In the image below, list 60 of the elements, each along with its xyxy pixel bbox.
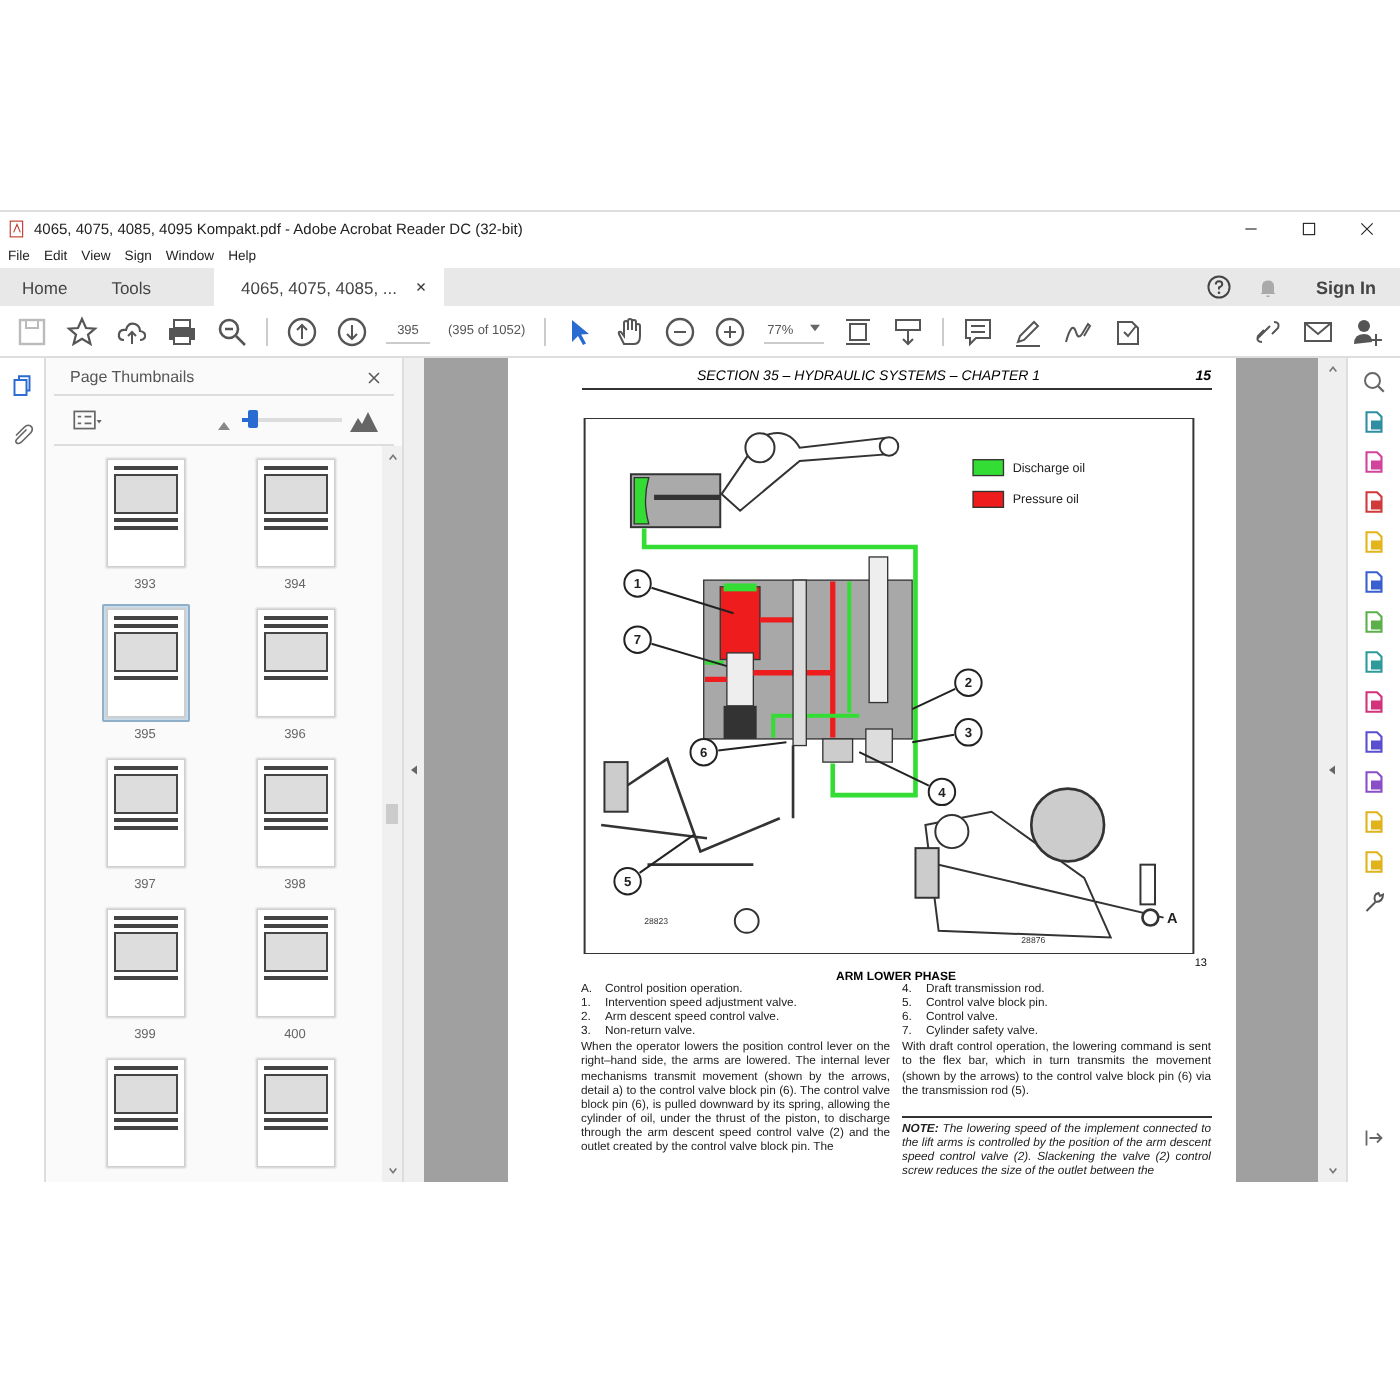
scroll-icon[interactable] [891, 315, 924, 347]
collapse-arrow-icon[interactable] [408, 760, 420, 780]
collapse-arrow-icon[interactable] [1326, 760, 1338, 780]
expand-panel-icon[interactable] [1362, 1126, 1386, 1150]
tool-icon[interactable] [1362, 650, 1386, 674]
add-user-icon[interactable] [1352, 315, 1384, 347]
hand-icon[interactable] [613, 315, 646, 347]
leader-line [857, 751, 929, 787]
help-icon[interactable] [1206, 274, 1232, 300]
tab[interactable]: Home [0, 268, 90, 306]
slider-thumb[interactable] [247, 410, 257, 428]
leader-line [649, 586, 734, 615]
lift-cylinder-drawing [628, 473, 721, 529]
maximize-icon[interactable] [1300, 219, 1318, 237]
tab[interactable]: Tools [89, 268, 174, 306]
leader-line [716, 741, 787, 752]
up-caret-icon[interactable] [387, 452, 397, 462]
tool-icon[interactable] [1362, 690, 1386, 714]
close-tab-icon[interactable] [413, 280, 428, 294]
search-icon[interactable] [216, 315, 248, 347]
zoom-icon[interactable] [1362, 370, 1386, 394]
scrollbar-thumb[interactable] [386, 804, 398, 824]
scrollbar[interactable] [1318, 358, 1346, 1182]
print-icon[interactable] [166, 315, 198, 347]
pdf-file-icon [8, 219, 26, 237]
tab[interactable]: 4065, 4075, 4085, ... [213, 268, 444, 306]
leader-line [910, 687, 956, 711]
share-link-icon[interactable] [1252, 315, 1284, 347]
leader-line [637, 833, 694, 874]
wrench-icon[interactable] [1362, 890, 1386, 914]
close-icon[interactable] [1358, 219, 1376, 237]
page-fit-icon[interactable] [841, 315, 874, 347]
comment-icon[interactable] [961, 315, 994, 347]
caret-icon [809, 323, 820, 331]
tool-icon[interactable] [1362, 570, 1386, 594]
scrollbar[interactable] [382, 446, 402, 1182]
up-caret-icon[interactable] [1327, 364, 1337, 374]
tool-icon[interactable] [1362, 770, 1386, 794]
page-thumbnail[interactable] [101, 604, 189, 722]
tool-icon[interactable] [1362, 410, 1386, 434]
sign-in-link[interactable]: Sign In [1316, 277, 1376, 297]
list-options-icon[interactable] [70, 408, 106, 432]
leader-line [910, 733, 955, 744]
close-icon[interactable] [366, 369, 382, 385]
zoom-out-icon[interactable] [663, 315, 696, 347]
tool-icon[interactable] [1362, 490, 1386, 514]
down-caret-icon[interactable] [1327, 1166, 1337, 1176]
fill-form-icon[interactable] [1111, 315, 1144, 347]
paperclip-icon[interactable] [10, 422, 34, 446]
zoom-in-icon[interactable] [713, 315, 746, 347]
star-icon[interactable] [66, 315, 98, 347]
large-mountain-icon [350, 408, 378, 432]
tool-icon[interactable] [1362, 450, 1386, 474]
tool-icon[interactable] [1362, 730, 1386, 754]
leader-line [649, 642, 727, 668]
pen-icon[interactable] [1011, 315, 1044, 347]
pages-icon[interactable] [10, 374, 34, 398]
down-caret-icon[interactable] [387, 1166, 397, 1176]
tool-icon[interactable] [1362, 610, 1386, 634]
panel-title: Page Thumbnails [70, 368, 195, 386]
